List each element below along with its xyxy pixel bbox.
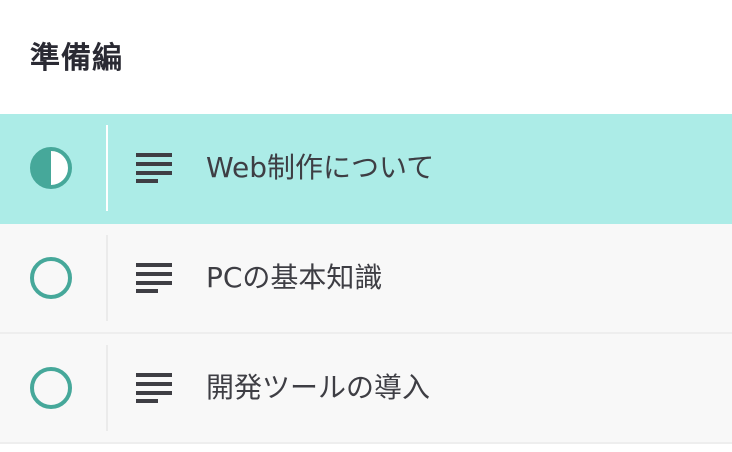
- not-started-circle-icon: [30, 257, 72, 299]
- text-lesson-icon: [136, 153, 172, 183]
- not-started-circle-icon: [30, 367, 72, 409]
- lesson-item-dev-tools[interactable]: 開発ツールの導入: [0, 334, 732, 444]
- lesson-list: Web制作について PCの基本知識 開発ツールの導入: [0, 114, 732, 444]
- lesson-title: Web制作について: [206, 151, 435, 184]
- section-title: 準備編: [30, 41, 123, 76]
- lesson-title: PCの基本知識: [206, 261, 383, 294]
- status-cell: [0, 334, 108, 442]
- lesson-title: 開発ツールの導入: [206, 371, 431, 404]
- half-progress-icon: [30, 147, 72, 189]
- text-lesson-icon: [136, 263, 172, 293]
- text-lesson-icon: [136, 373, 172, 403]
- section-header: 準備編: [0, 0, 732, 114]
- lesson-item-pc-basics[interactable]: PCの基本知識: [0, 224, 732, 334]
- status-cell: [0, 114, 108, 222]
- lesson-item-web-intro[interactable]: Web制作について: [0, 114, 732, 224]
- status-cell: [0, 224, 108, 332]
